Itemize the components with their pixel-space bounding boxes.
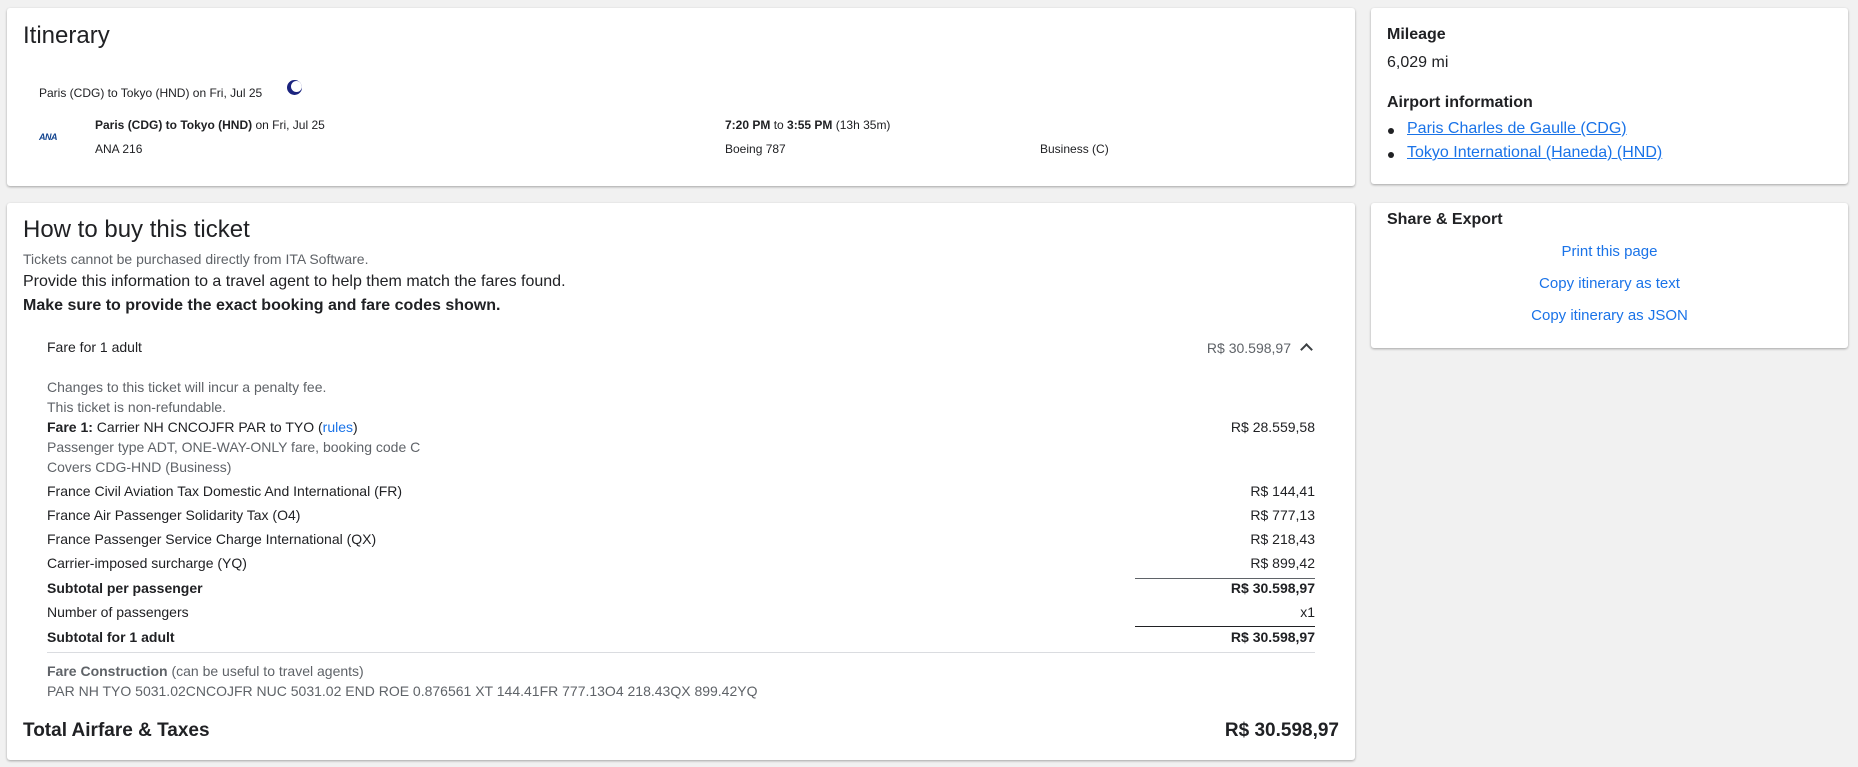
bullet	[1388, 152, 1394, 158]
tax-price: R$ 218,43	[1250, 531, 1315, 547]
fare1-text: Carrier NH CNCOJFR PAR to TYO (	[92, 419, 323, 435]
duration: (13h 35m)	[832, 118, 891, 132]
mileage-card: Mileage 6,029 mi Airport information Par…	[1371, 8, 1848, 184]
fare-header-price: R$ 30.598,97	[1206, 340, 1291, 356]
airport-info-title: Airport information	[1387, 94, 1533, 111]
subtotal-label: Subtotal per passenger	[47, 580, 203, 596]
fare1-passenger-type: Passenger type ADT, ONE-WAY-ONLY fare, b…	[47, 439, 421, 455]
itinerary-title: Itinerary	[23, 22, 110, 49]
depart-time: 7:20 PM	[725, 118, 771, 132]
total-price: R$ 30.598,97	[1224, 720, 1339, 741]
fare1-line: Fare 1: Carrier NH CNCOJFR PAR to TYO (r…	[47, 419, 358, 435]
fare1-covers: Covers CDG-HND (Business)	[47, 459, 232, 475]
copy-text-button[interactable]: Copy itinerary as text	[1371, 275, 1848, 292]
bullet	[1388, 128, 1394, 134]
tax-label: France Air Passenger Solidarity Tax (O4)	[47, 507, 301, 523]
share-export-card: Share & Export Print this page Copy itin…	[1371, 203, 1848, 348]
copy-json-button[interactable]: Copy itinerary as JSON	[1371, 307, 1848, 324]
fare-rules-link[interactable]: rules	[323, 419, 353, 435]
exact-codes-instruction: Make sure to provide the exact booking a…	[23, 297, 501, 314]
subtotal-price: R$ 30.598,97	[1230, 580, 1315, 596]
segment-route-line: Paris (CDG) to Tokyo (HND) on Fri, Jul 2…	[95, 118, 325, 132]
tax-price: R$ 144,41	[1250, 483, 1315, 499]
itinerary-header-route: Paris (CDG) to Tokyo (HND) on Fri, Jul 2…	[39, 86, 263, 100]
segment-route: Paris (CDG) to Tokyo (HND)	[95, 118, 253, 132]
purchase-note: Tickets cannot be purchased directly fro…	[23, 251, 369, 267]
print-page-button[interactable]: Print this page	[1371, 243, 1848, 260]
cabin-class: Business (C)	[1040, 142, 1109, 156]
fare1-price: R$ 28.559,58	[1230, 419, 1315, 435]
subtotal-adult-price: R$ 30.598,97	[1230, 629, 1315, 645]
fare-construction-value: PAR NH TYO 5031.02CNCOJFR NUC 5031.02 EN…	[47, 683, 758, 699]
how-to-buy-card: How to buy this ticket Tickets cannot be…	[7, 203, 1355, 760]
tax-label: France Passenger Service Charge Internat…	[47, 531, 377, 547]
arrive-time: 3:55 PM	[787, 118, 833, 132]
fare-construction-label: Fare Construction	[47, 663, 168, 679]
share-export-title: Share & Export	[1387, 211, 1503, 228]
agent-instruction: Provide this information to a travel age…	[23, 273, 566, 290]
fare1-label: Fare 1:	[47, 419, 93, 435]
passengers-value: x1	[1300, 604, 1315, 620]
divider	[47, 652, 1315, 653]
airport-link-hnd[interactable]: Tokyo International (Haneda) (HND)	[1407, 144, 1662, 162]
chevron-up-icon[interactable]	[1300, 343, 1313, 356]
tax-label: Carrier-imposed surcharge (YQ)	[47, 555, 247, 571]
subtotal-adult-label: Subtotal for 1 adult	[47, 629, 175, 645]
segment-flight: ANA 216	[95, 142, 143, 156]
tax-label: France Civil Aviation Tax Domestic And I…	[47, 483, 403, 499]
fare-header-label[interactable]: Fare for 1 adult	[47, 339, 142, 355]
nonrefundable-note: This ticket is non-refundable.	[47, 399, 226, 415]
itinerary-card: Itinerary Paris (CDG) to Tokyo (HND) on …	[7, 8, 1355, 186]
segment-times: 7:20 PM to 3:55 PM (13h 35m)	[725, 118, 890, 132]
airport-link-cdg[interactable]: Paris Charles de Gaulle (CDG)	[1407, 120, 1627, 138]
ana-logo-icon: ANA	[39, 132, 58, 142]
fare-construction-line: Fare Construction (can be useful to trav…	[47, 663, 364, 679]
passengers-label: Number of passengers	[47, 604, 189, 620]
penalty-note: Changes to this ticket will incur a pena…	[47, 379, 327, 395]
segment-date: on Fri, Jul 25	[252, 118, 325, 132]
how-to-buy-title: How to buy this ticket	[23, 216, 250, 243]
total-label: Total Airfare & Taxes	[23, 720, 210, 741]
fare-construction-note: (can be useful to travel agents)	[167, 663, 364, 679]
mileage-value: 6,029 mi	[1387, 54, 1449, 71]
to-word: to	[770, 118, 788, 132]
divider	[1135, 578, 1315, 579]
tax-price: R$ 777,13	[1250, 507, 1315, 523]
moon-icon	[287, 80, 302, 95]
fare1-close: )	[353, 419, 358, 435]
divider	[1135, 626, 1315, 627]
tax-price: R$ 899,42	[1250, 555, 1315, 571]
mileage-title: Mileage	[1387, 26, 1446, 43]
aircraft: Boeing 787	[725, 142, 786, 156]
